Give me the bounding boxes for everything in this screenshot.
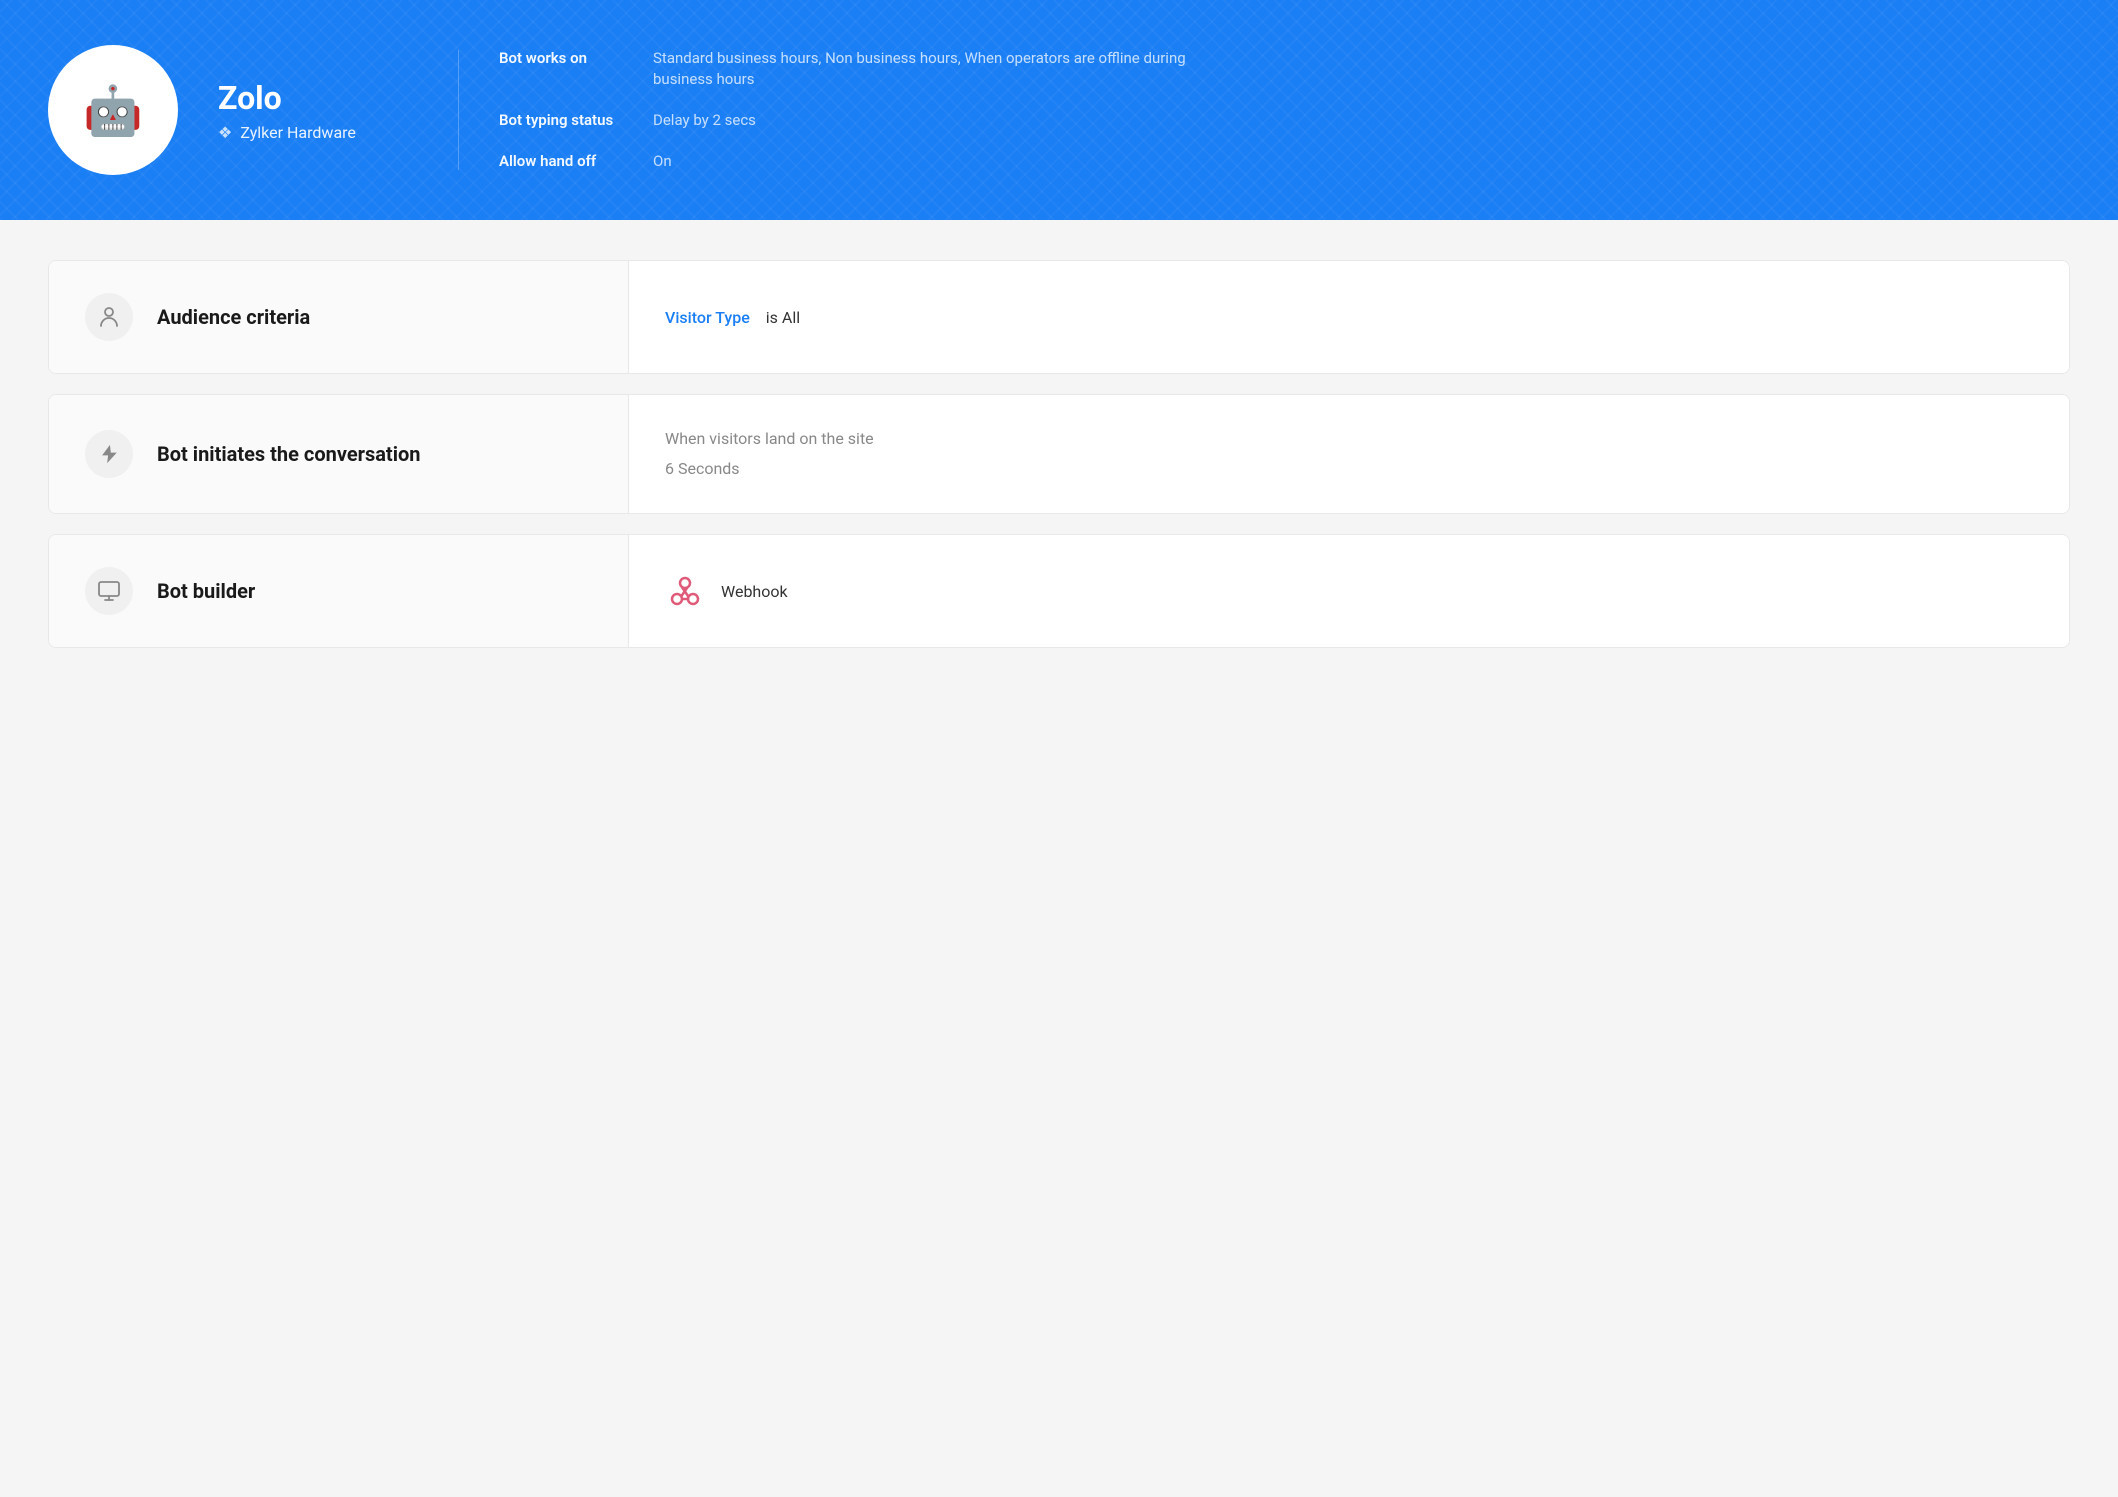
person-icon <box>97 305 121 329</box>
bot-builder-card: Bot builder Webhook <box>48 534 2070 648</box>
trigger-line1: When visitors land on the site <box>665 427 874 451</box>
audience-criteria-card: Audience criteria Visitor Type is All <box>48 260 2070 374</box>
layers-icon: ❖ <box>218 123 232 142</box>
audience-criteria-title: Audience criteria <box>157 305 310 329</box>
visitor-type-link[interactable]: Visitor Type <box>665 308 750 327</box>
page-header: 🤖 Zolo ❖ Zylker Hardware Bot works on St… <box>0 0 2118 220</box>
bot-builder-title: Bot builder <box>157 579 255 603</box>
trigger-line2: 6 Seconds <box>665 457 874 481</box>
bot-initiates-card: Bot initiates the conversation When visi… <box>48 394 2070 514</box>
bot-properties: Bot works on Standard business hours, No… <box>499 48 1193 172</box>
bot-typing-label: Bot typing status <box>499 110 629 131</box>
bot-builder-icon-wrapper <box>85 567 133 615</box>
bot-initiates-title: Bot initiates the conversation <box>157 442 421 466</box>
bot-initiates-content: When visitors land on the site 6 Seconds <box>665 427 874 481</box>
bot-works-on-row: Bot works on Standard business hours, No… <box>499 48 1193 90</box>
bot-info: Zolo ❖ Zylker Hardware <box>218 79 418 142</box>
bot-avatar: 🤖 <box>48 45 178 175</box>
webhook-icon <box>665 571 705 611</box>
lightning-icon <box>98 443 120 465</box>
monitor-icon <box>97 579 121 603</box>
bot-works-on-value: Standard business hours, Non business ho… <box>653 48 1193 90</box>
bot-builder-left: Bot builder <box>49 535 629 647</box>
visitor-type-suffix: is All <box>766 308 800 327</box>
bot-typing-row: Bot typing status Delay by 2 secs <box>499 110 1193 131</box>
allow-handoff-label: Allow hand off <box>499 151 629 172</box>
bot-name: Zolo <box>218 79 418 117</box>
bot-org-row: ❖ Zylker Hardware <box>218 123 418 142</box>
bot-builder-right: Webhook <box>629 535 2069 647</box>
allow-handoff-row: Allow hand off On <box>499 151 1193 172</box>
audience-criteria-right: Visitor Type is All <box>629 261 2069 373</box>
main-content: Audience criteria Visitor Type is All Bo… <box>0 220 2118 688</box>
header-divider <box>458 50 459 170</box>
bot-works-on-label: Bot works on <box>499 48 629 69</box>
bot-avatar-emoji: 🤖 <box>83 82 143 139</box>
bot-initiates-right: When visitors land on the site 6 Seconds <box>629 395 2069 513</box>
audience-criteria-icon-wrapper <box>85 293 133 341</box>
bot-initiates-icon-wrapper <box>85 430 133 478</box>
audience-criteria-left: Audience criteria <box>49 261 629 373</box>
bot-typing-value: Delay by 2 secs <box>653 110 756 131</box>
bot-initiates-left: Bot initiates the conversation <box>49 395 629 513</box>
bot-org-label: Zylker Hardware <box>240 123 356 142</box>
allow-handoff-value: On <box>653 151 672 172</box>
webhook-label: Webhook <box>721 582 788 601</box>
